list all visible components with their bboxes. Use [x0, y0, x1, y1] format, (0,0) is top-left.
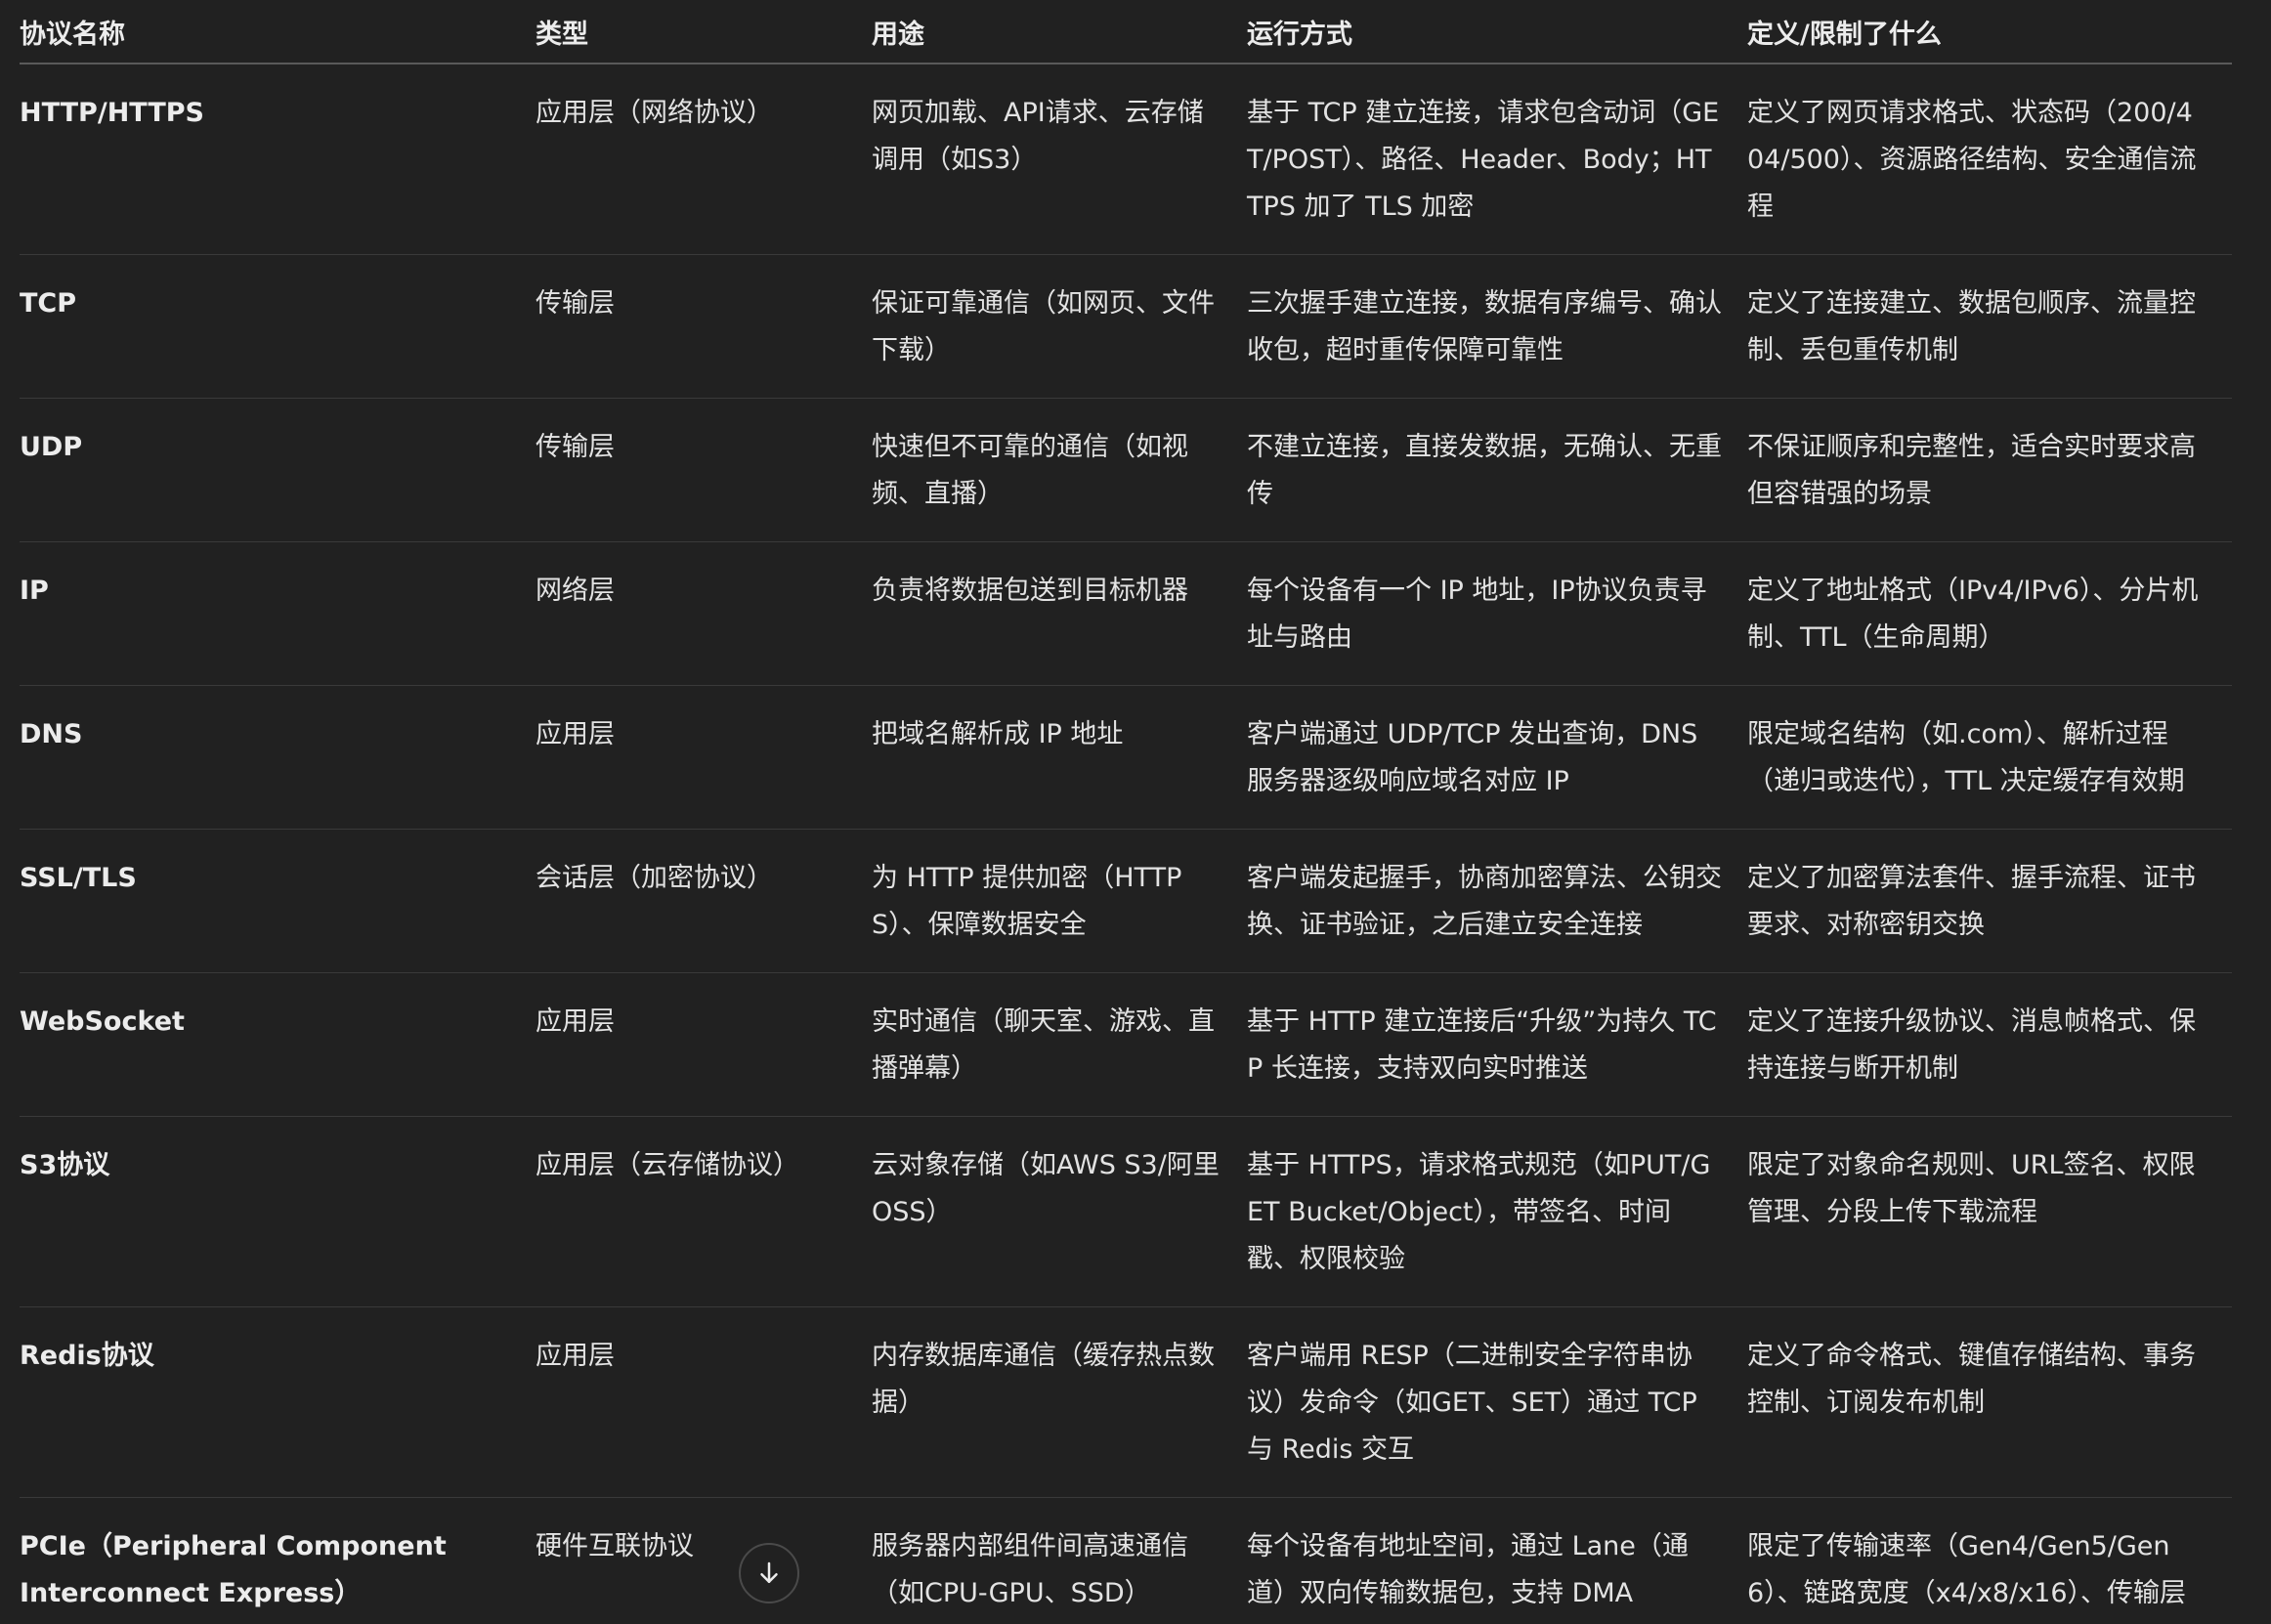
header-type: 类型	[536, 0, 872, 64]
cell-type: 应用层（网络协议）	[536, 64, 872, 255]
cell-protocol-name: IP	[20, 541, 536, 686]
cell-usage: 保证可靠通信（如网页、文件下载）	[872, 254, 1247, 399]
table-row: IP 网络层 负责将数据包送到目标机器 每个设备有一个 IP 地址，IP协议负责…	[20, 541, 2232, 686]
cell-operation: 三次握手建立连接，数据有序编号、确认收包，超时重传保障可靠性	[1247, 254, 1747, 399]
cell-operation: 基于 HTTP 建立连接后“升级”为持久 TCP 长连接，支持双向实时推送	[1247, 972, 1747, 1117]
cell-type: 应用层	[536, 685, 872, 830]
table-row: HTTP/HTTPS 应用层（网络协议） 网页加载、API请求、云存储调用（如S…	[20, 64, 2232, 255]
cell-protocol-name: TCP	[20, 254, 536, 399]
cell-usage: 实时通信（聊天室、游戏、直播弹幕）	[872, 972, 1247, 1117]
arrow-down-icon	[760, 1561, 778, 1583]
header-definition: 定义/限制了什么	[1747, 0, 2232, 64]
cell-type: 应用层	[536, 1306, 872, 1498]
cell-protocol-name: WebSocket	[20, 972, 536, 1117]
cell-definition: 限定了对象命名规则、URL签名、权限管理、分段上传下载流程	[1747, 1116, 2232, 1307]
cell-usage: 把域名解析成 IP 地址	[872, 685, 1247, 830]
cell-operation: 客户端发起握手，协商加密算法、公钥交换、证书验证，之后建立安全连接	[1247, 829, 1747, 973]
cell-protocol-name: HTTP/HTTPS	[20, 64, 536, 255]
cell-protocol-name: S3协议	[20, 1116, 536, 1307]
cell-operation: 基于 TCP 建立连接，请求包含动词（GET/POST）、路径、Header、B…	[1247, 64, 1747, 255]
cell-type: 传输层	[536, 398, 872, 542]
cell-usage: 为 HTTP 提供加密（HTTPS）、保障数据安全	[872, 829, 1247, 973]
cell-type: 硬件互联协议	[536, 1497, 872, 1624]
cell-usage: 云对象存储（如AWS S3/阿里OSS）	[872, 1116, 1247, 1307]
cell-operation: 每个设备有地址空间，通过 Lane（通道）双向传输数据包，支持 DMA	[1247, 1497, 1747, 1624]
cell-definition: 定义了连接升级协议、消息帧格式、保持连接与断开机制	[1747, 972, 2232, 1117]
cell-type: 应用层	[536, 972, 872, 1117]
cell-operation: 不建立连接，直接发数据，无确认、无重传	[1247, 398, 1747, 542]
cell-type: 传输层	[536, 254, 872, 399]
cell-protocol-name: Redis协议	[20, 1306, 536, 1498]
cell-definition: 定义了命令格式、键值存储结构、事务控制、订阅发布机制	[1747, 1306, 2232, 1498]
table-row: PCIe（Peripheral Component Interconnect E…	[20, 1497, 2232, 1624]
cell-usage: 快速但不可靠的通信（如视频、直播）	[872, 398, 1247, 542]
cell-operation: 每个设备有一个 IP 地址，IP协议负责寻址与路由	[1247, 541, 1747, 686]
header-usage: 用途	[872, 0, 1247, 64]
cell-definition: 不保证顺序和完整性，适合实时要求高但容错强的场景	[1747, 398, 2232, 542]
cell-type: 网络层	[536, 541, 872, 686]
cell-usage: 内存数据库通信（缓存热点数据）	[872, 1306, 1247, 1498]
table-body: HTTP/HTTPS 应用层（网络协议） 网页加载、API请求、云存储调用（如S…	[20, 64, 2232, 1624]
table-row: TCP 传输层 保证可靠通信（如网页、文件下载） 三次握手建立连接，数据有序编号…	[20, 254, 2232, 399]
protocol-table: 协议名称 类型 用途 运行方式 定义/限制了什么 HTTP/HTTPS 应用层（…	[20, 0, 2232, 1624]
cell-protocol-name: PCIe（Peripheral Component Interconnect E…	[20, 1497, 536, 1624]
cell-definition: 定义了加密算法套件、握手流程、证书要求、对称密钥交换	[1747, 829, 2232, 973]
cell-protocol-name: UDP	[20, 398, 536, 542]
cell-definition: 定义了网页请求格式、状态码（200/404/500）、资源路径结构、安全通信流程	[1747, 64, 2232, 255]
cell-definition: 定义了地址格式（IPv4/IPv6）、分片机制、TTL（生命周期）	[1747, 541, 2232, 686]
scroll-to-bottom-button[interactable]	[739, 1543, 799, 1603]
table-header: 协议名称 类型 用途 运行方式 定义/限制了什么	[20, 0, 2232, 64]
table-row: SSL/TLS 会话层（加密协议） 为 HTTP 提供加密（HTTPS）、保障数…	[20, 829, 2232, 973]
table-row: WebSocket 应用层 实时通信（聊天室、游戏、直播弹幕） 基于 HTTP …	[20, 972, 2232, 1117]
table-row: Redis协议 应用层 内存数据库通信（缓存热点数据） 客户端用 RESP（二进…	[20, 1306, 2232, 1498]
cell-definition: 定义了连接建立、数据包顺序、流量控制、丢包重传机制	[1747, 254, 2232, 399]
cell-definition: 限定域名结构（如.com）、解析过程（递归或迭代），TTL 决定缓存有效期	[1747, 685, 2232, 830]
cell-usage: 服务器内部组件间高速通信（如CPU-GPU、SSD）	[872, 1497, 1247, 1624]
table-row: UDP 传输层 快速但不可靠的通信（如视频、直播） 不建立连接，直接发数据，无确…	[20, 398, 2232, 542]
header-operation: 运行方式	[1247, 0, 1747, 64]
cell-protocol-name: DNS	[20, 685, 536, 830]
header-row: 协议名称 类型 用途 运行方式 定义/限制了什么	[20, 0, 2232, 64]
cell-operation: 基于 HTTPS，请求格式规范（如PUT/GET Bucket/Object），…	[1247, 1116, 1747, 1307]
cell-operation: 客户端通过 UDP/TCP 发出查询，DNS 服务器逐级响应域名对应 IP	[1247, 685, 1747, 830]
cell-type: 应用层（云存储协议）	[536, 1116, 872, 1307]
table-row: DNS 应用层 把域名解析成 IP 地址 客户端通过 UDP/TCP 发出查询，…	[20, 685, 2232, 830]
protocol-table-container: 协议名称 类型 用途 运行方式 定义/限制了什么 HTTP/HTTPS 应用层（…	[20, 0, 2232, 1624]
cell-usage: 网页加载、API请求、云存储调用（如S3）	[872, 64, 1247, 255]
table-row: S3协议 应用层（云存储协议） 云对象存储（如AWS S3/阿里OSS） 基于 …	[20, 1116, 2232, 1307]
cell-definition: 限定了传输速率（Gen4/Gen5/Gen6）、链路宽度（x4/x8/x16）、…	[1747, 1497, 2232, 1624]
cell-operation: 客户端用 RESP（二进制安全字符串协议）发命令（如GET、SET）通过 TCP…	[1247, 1306, 1747, 1498]
cell-protocol-name: SSL/TLS	[20, 829, 536, 973]
cell-type: 会话层（加密协议）	[536, 829, 872, 973]
header-protocol-name: 协议名称	[20, 0, 536, 64]
cell-usage: 负责将数据包送到目标机器	[872, 541, 1247, 686]
